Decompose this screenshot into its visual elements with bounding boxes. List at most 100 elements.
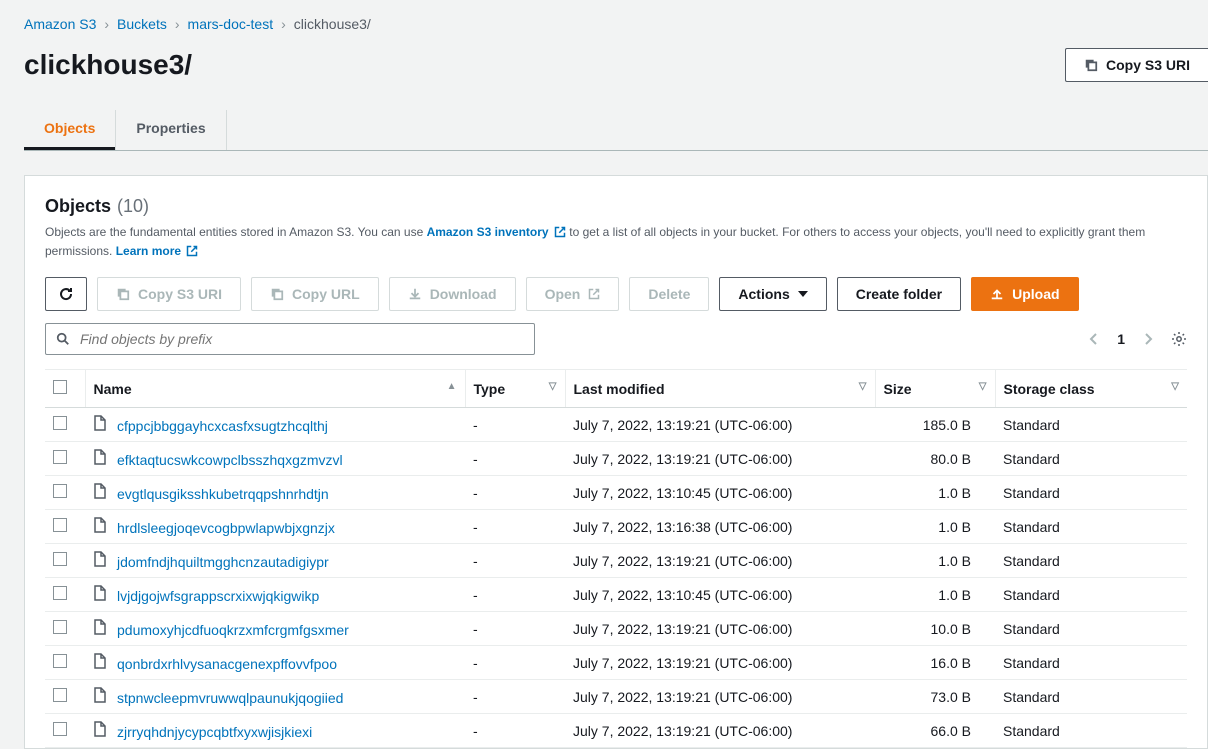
cell-last-modified: July 7, 2022, 13:19:21 (UTC-06:00) (565, 544, 875, 578)
cell-size: 73.0 B (875, 680, 995, 714)
delete-button[interactable]: Delete (629, 277, 709, 311)
breadcrumb-link[interactable]: Buckets (117, 16, 167, 32)
sort-icon[interactable]: ▽ (549, 381, 557, 392)
button-label: Open (545, 284, 581, 304)
row-checkbox[interactable] (53, 518, 67, 532)
cell-storage-class: Standard (995, 442, 1187, 476)
search-input-wrapper[interactable] (45, 323, 535, 355)
object-link[interactable]: efktaqtucswkcowpclbsszhqxgzmvzvl (117, 452, 343, 468)
copy-url-button[interactable]: Copy URL (251, 277, 379, 311)
refresh-button[interactable] (45, 277, 87, 311)
upload-button[interactable]: Upload (971, 277, 1078, 311)
object-link[interactable]: zjrryqhdnjycypcqbtfxyxwjisjkiexi (117, 724, 312, 740)
copy-s3-uri-button[interactable]: Copy S3 URI (1065, 48, 1208, 82)
row-checkbox[interactable] (53, 450, 67, 464)
button-label: Copy URL (292, 284, 360, 304)
cell-storage-class: Standard (995, 408, 1187, 442)
learn-more-link[interactable]: Learn more (116, 244, 199, 258)
object-count: (10) (117, 196, 149, 217)
tab-objects[interactable]: Objects (24, 110, 116, 150)
cell-storage-class: Standard (995, 544, 1187, 578)
object-link[interactable]: hrdlsleegjoqevcogbpwlapwbjxgnzjx (117, 520, 335, 536)
upload-icon (990, 287, 1004, 301)
button-label: Download (430, 284, 497, 304)
search-input[interactable] (78, 330, 524, 348)
page-prev-icon[interactable] (1089, 332, 1099, 346)
row-checkbox[interactable] (53, 586, 67, 600)
object-link[interactable]: pdumoxyhjcdfuoqkrzxmfcrgmfgsxmer (117, 622, 349, 638)
object-link[interactable]: evgtlqusgiksshkubetrqqpshnrhdtjn (117, 486, 329, 502)
breadcrumb-link[interactable]: Amazon S3 (24, 16, 96, 32)
table-row: zjrryqhdnjycypcqbtfxyxwjisjkiexi-July 7,… (45, 714, 1187, 748)
row-checkbox[interactable] (53, 484, 67, 498)
cell-storage-class: Standard (995, 646, 1187, 680)
column-size[interactable]: Size (884, 381, 912, 397)
sort-icon[interactable]: ▽ (859, 381, 867, 392)
table-row: evgtlqusgiksshkubetrqqpshnrhdtjn-July 7,… (45, 476, 1187, 510)
cell-size: 185.0 B (875, 408, 995, 442)
page-number: 1 (1117, 331, 1125, 347)
button-label: Delete (648, 284, 690, 304)
cell-type: - (465, 510, 565, 544)
button-label: Create folder (856, 284, 942, 304)
cell-storage-class: Standard (995, 476, 1187, 510)
cell-last-modified: July 7, 2022, 13:19:21 (UTC-06:00) (565, 442, 875, 476)
toolbar: Copy S3 URI Copy URL Download Open (45, 277, 1187, 311)
actions-dropdown[interactable]: Actions (719, 277, 826, 311)
cell-last-modified: July 7, 2022, 13:19:21 (UTC-06:00) (565, 612, 875, 646)
select-all-checkbox[interactable] (53, 380, 67, 394)
object-link[interactable]: cfppcjbbggayhcxcasfxsugtzhcqlthj (117, 418, 328, 434)
column-name[interactable]: Name (94, 381, 132, 397)
file-icon (93, 585, 107, 601)
panel-description: Objects are the fundamental entities sto… (45, 223, 1187, 261)
cell-size: 1.0 B (875, 476, 995, 510)
cell-last-modified: July 7, 2022, 13:10:45 (UTC-06:00) (565, 476, 875, 510)
page-title: clickhouse3/ (24, 49, 192, 81)
download-button[interactable]: Download (389, 277, 516, 311)
object-link[interactable]: qonbrdxrhlvysanacgenexpffovvfpoo (117, 656, 337, 672)
file-icon (93, 551, 107, 567)
row-checkbox[interactable] (53, 620, 67, 634)
column-storage-class[interactable]: Storage class (1004, 381, 1095, 397)
table-row: jdomfndjhquiltmgghcnzautadigiypr-July 7,… (45, 544, 1187, 578)
cell-size: 1.0 B (875, 510, 995, 544)
object-link[interactable]: stpnwcleepmvruwwqlpaunukjqogiied (117, 690, 343, 706)
cell-size: 1.0 B (875, 544, 995, 578)
row-checkbox[interactable] (53, 552, 67, 566)
page-next-icon[interactable] (1143, 332, 1153, 346)
sort-asc-icon[interactable]: ▲ (447, 381, 457, 392)
cell-last-modified: July 7, 2022, 13:10:45 (UTC-06:00) (565, 578, 875, 612)
file-icon (93, 483, 107, 499)
cell-storage-class: Standard (995, 612, 1187, 646)
tabs: Objects Properties (24, 110, 1208, 151)
gear-icon[interactable] (1171, 331, 1187, 347)
object-link[interactable]: jdomfndjhquiltmgghcnzautadigiypr (117, 554, 329, 570)
external-link-icon (588, 288, 600, 300)
create-folder-button[interactable]: Create folder (837, 277, 961, 311)
column-type[interactable]: Type (474, 381, 506, 397)
file-icon (93, 415, 107, 431)
row-checkbox[interactable] (53, 416, 67, 430)
breadcrumb-link[interactable]: mars-doc-test (188, 16, 274, 32)
sort-icon[interactable]: ▽ (1171, 381, 1179, 392)
tab-properties[interactable]: Properties (116, 110, 226, 150)
open-button[interactable]: Open (526, 277, 620, 311)
copy-icon (116, 287, 130, 301)
cell-size: 16.0 B (875, 646, 995, 680)
cell-storage-class: Standard (995, 680, 1187, 714)
cell-size: 66.0 B (875, 714, 995, 748)
inventory-link[interactable]: Amazon S3 inventory (427, 225, 566, 239)
button-label: Copy S3 URI (138, 284, 222, 304)
copy-s3-uri-button[interactable]: Copy S3 URI (97, 277, 241, 311)
cell-type: - (465, 578, 565, 612)
row-checkbox[interactable] (53, 654, 67, 668)
cell-storage-class: Standard (995, 578, 1187, 612)
chevron-right-icon: › (281, 16, 286, 32)
sort-icon[interactable]: ▽ (979, 381, 987, 392)
row-checkbox[interactable] (53, 688, 67, 702)
row-checkbox[interactable] (53, 722, 67, 736)
column-last-modified[interactable]: Last modified (574, 381, 665, 397)
search-icon (56, 332, 70, 346)
object-link[interactable]: lvjdjgojwfsgrappscrxixwjqkigwikp (117, 588, 319, 604)
cell-type: - (465, 680, 565, 714)
